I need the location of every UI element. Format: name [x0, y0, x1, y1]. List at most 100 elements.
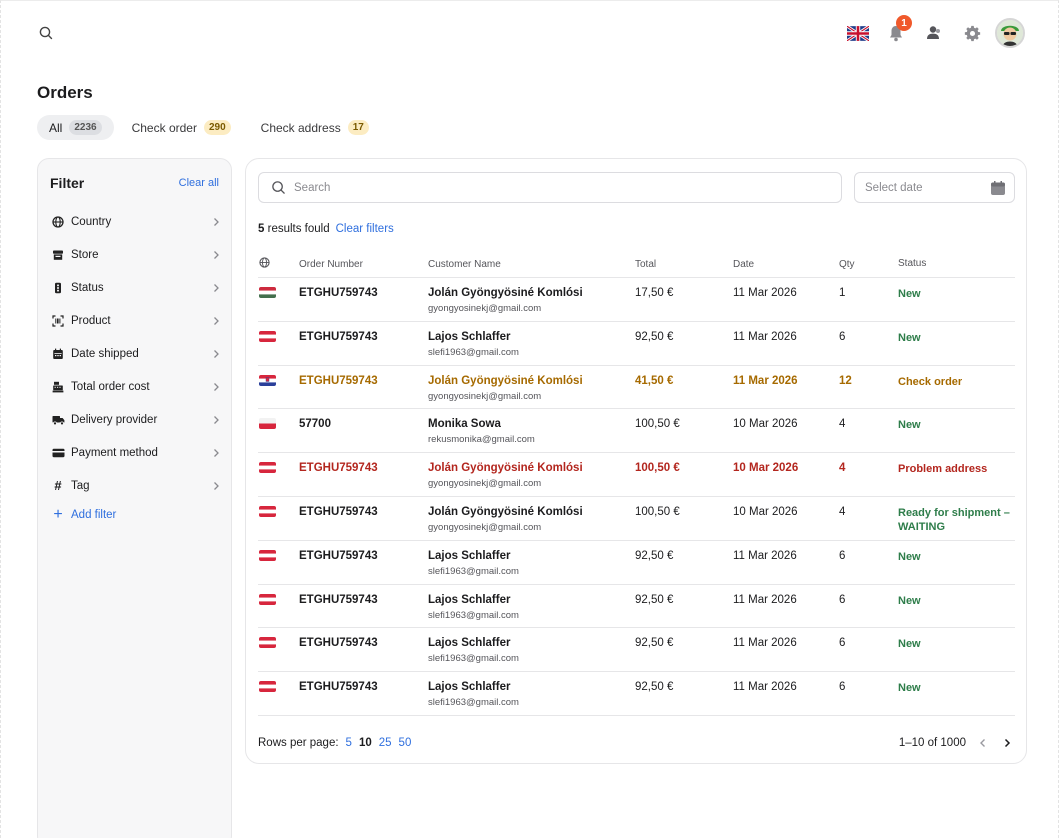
- uk-flag-icon[interactable]: [839, 17, 877, 49]
- filter-item-tag[interactable]: # Tag: [50, 469, 221, 502]
- order-number[interactable]: ETGHU759743: [299, 550, 428, 562]
- rows-per-page-option[interactable]: 10: [359, 737, 372, 749]
- order-date: 10 Mar 2026: [733, 505, 798, 518]
- table-row[interactable]: ETGHU759743 Lajos Schlaffer slefi1963@gmai…: [258, 585, 1015, 629]
- table-row[interactable]: ETGHU759743 Lajos Schlaffer slefi1963@gmai…: [258, 322, 1015, 366]
- country-flag-icon: [258, 637, 299, 649]
- filter-item-total-order-cost[interactable]: Total order cost: [50, 370, 221, 403]
- customer-email: slefi1963@gmail.com: [428, 653, 519, 665]
- column-header-total[interactable]: Total: [635, 259, 733, 270]
- chevron-right-icon: [214, 448, 219, 457]
- country-flag-icon: [258, 418, 299, 430]
- clear-filters-link[interactable]: Clear filters: [336, 223, 394, 235]
- customer-cell: Lajos Schlaffer slefi1963@gmail.com: [428, 550, 635, 577]
- rows-per-page-option[interactable]: 25: [379, 737, 392, 749]
- orders-card: 5 results fould Clear filters Order Numb…: [245, 158, 1027, 764]
- chevron-right-icon: [214, 349, 219, 358]
- filter-item-status[interactable]: Status: [50, 271, 221, 304]
- table-row[interactable]: ETGHU759743 Jolán Gyöngyösiné Komlósi gyon…: [258, 453, 1015, 497]
- add-filter-button[interactable]: + Add filter: [50, 502, 221, 528]
- prev-page-button[interactable]: [976, 736, 990, 750]
- globe-icon: [50, 214, 66, 230]
- hashtag-icon: #: [54, 478, 62, 493]
- table-row[interactable]: ETGHU759743 Lajos Schlaffer slefi1963@gmai…: [258, 672, 1015, 716]
- search-input[interactable]: [294, 181, 794, 194]
- search-field[interactable]: [258, 172, 842, 203]
- rows-per-page-option[interactable]: 5: [346, 737, 352, 749]
- results-label: results fould: [267, 223, 330, 235]
- status-badge: New: [898, 550, 921, 563]
- gear-icon[interactable]: [953, 17, 991, 49]
- order-qty: 6: [839, 593, 846, 606]
- rows-per-page: Rows per page: 5 10 25 50: [258, 737, 411, 749]
- next-page-button[interactable]: [1000, 736, 1014, 750]
- filter-item-delivery-provider[interactable]: Delivery provider: [50, 403, 221, 436]
- bell-icon[interactable]: 1: [877, 15, 915, 49]
- column-header-status[interactable]: Status: [898, 257, 1015, 271]
- filter-item-label: Product: [71, 314, 111, 327]
- column-header-customer[interactable]: Customer Name: [428, 259, 635, 270]
- order-number[interactable]: 57700: [299, 418, 428, 430]
- tab-all[interactable]: All 2236: [37, 115, 114, 140]
- order-number[interactable]: ETGHU759743: [299, 594, 428, 606]
- order-qty: 4: [839, 462, 846, 475]
- plus-icon: +: [53, 506, 63, 523]
- customer-cell: Lajos Schlaffer slefi1963@gmail.com: [428, 637, 635, 664]
- order-total: 100,50 €: [635, 418, 680, 431]
- column-header-date[interactable]: Date: [733, 259, 839, 270]
- order-qty: 6: [839, 681, 846, 694]
- customer-cell: Lajos Schlaffer slefi1963@gmail.com: [428, 594, 635, 621]
- table-row[interactable]: 57700 Monika Sowa rekusmonika@gmail.com 100…: [258, 409, 1015, 454]
- filter-item-store[interactable]: Store: [50, 238, 221, 271]
- order-number[interactable]: ETGHU759743: [299, 375, 428, 387]
- chevron-right-icon: [214, 382, 219, 391]
- order-number[interactable]: ETGHU759743: [299, 681, 428, 693]
- pagination: Rows per page: 5 10 25 50 1–10 of 1000: [258, 736, 1014, 750]
- status-icon: [50, 280, 66, 296]
- customer-email: gyongyosinekj@gmail.com: [428, 478, 542, 490]
- order-number[interactable]: ETGHU759743: [299, 637, 428, 649]
- clear-all-link[interactable]: Clear all: [179, 177, 219, 189]
- calendar-icon[interactable]: [990, 180, 1006, 196]
- order-number[interactable]: ETGHU759743: [299, 506, 428, 518]
- tab-check-order[interactable]: Check order 290: [120, 115, 243, 140]
- table-row[interactable]: ETGHU759743 Lajos Schlaffer slefi1963@gmai…: [258, 628, 1015, 673]
- order-date: 11 Mar 2026: [733, 287, 797, 299]
- date-input[interactable]: [865, 181, 975, 194]
- search-icon[interactable]: [38, 25, 54, 41]
- filter-item-product[interactable]: Product: [50, 304, 221, 337]
- date-picker[interactable]: [854, 172, 1015, 203]
- order-total: 92,50 €: [635, 637, 674, 650]
- order-date: 11 Mar 2026: [733, 549, 797, 562]
- column-header-order[interactable]: Order Number: [299, 259, 428, 270]
- order-qty: 4: [839, 505, 846, 518]
- notification-badge: 1: [896, 15, 912, 31]
- column-header-qty[interactable]: Qty: [839, 259, 898, 270]
- tab-count: 17: [347, 120, 369, 135]
- order-number[interactable]: ETGHU759743: [299, 462, 428, 474]
- filter-item-label: Delivery provider: [71, 413, 158, 426]
- order-number[interactable]: ETGHU759743: [299, 287, 428, 299]
- filter-item-payment-method[interactable]: Payment method: [50, 436, 221, 469]
- table-row[interactable]: ETGHU759743 Jolán Gyöngyösiné Komlósi gyon…: [258, 497, 1015, 541]
- customer-name: Lajos Schlaffer: [428, 681, 511, 694]
- filter-item-date-shipped[interactable]: Date shipped: [50, 337, 221, 370]
- order-total: 41,50 €: [635, 374, 674, 387]
- table-row[interactable]: ETGHU759743 Jolán Gyöngyösiné Komlósi gyon…: [258, 366, 1015, 410]
- table-row[interactable]: ETGHU759743 Jolán Gyöngyösiné Komlósi gyon…: [258, 278, 1015, 322]
- tab-count: 290: [203, 120, 231, 135]
- filter-item-country[interactable]: Country: [50, 205, 221, 238]
- country-flag-icon: [258, 549, 299, 561]
- rows-per-page-option[interactable]: 50: [399, 737, 412, 749]
- customer-cell: Jolán Gyöngyösiné Komlósi gyongyosinekj@g…: [428, 287, 635, 314]
- tab-check-address[interactable]: Check address 17: [249, 115, 381, 140]
- avatar[interactable]: [995, 18, 1025, 48]
- order-date: 11 Mar 2026: [733, 330, 797, 343]
- users-icon[interactable]: [915, 17, 953, 49]
- table-row[interactable]: ETGHU759743 Lajos Schlaffer slefi1963@gmai…: [258, 541, 1015, 585]
- order-number[interactable]: ETGHU759743: [299, 331, 428, 343]
- order-qty: 12: [839, 374, 852, 387]
- customer-email: slefi1963@gmail.com: [428, 565, 519, 577]
- results-text: 5 results fould: [258, 223, 330, 235]
- chevron-right-icon: [214, 316, 219, 325]
